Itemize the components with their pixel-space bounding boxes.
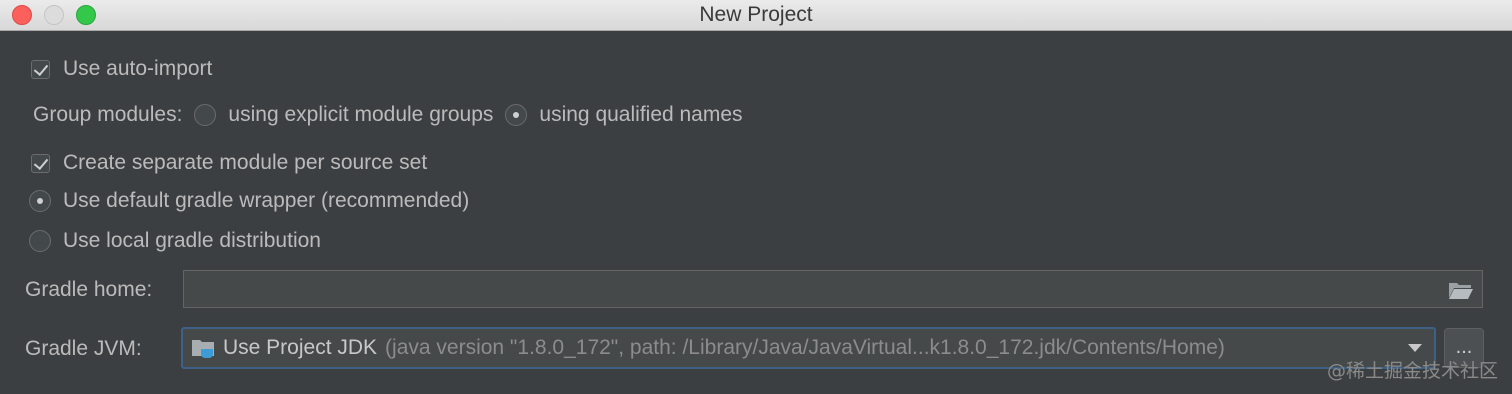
- gradle-jvm-row: Gradle JVM:: [25, 337, 142, 361]
- auto-import-label: Use auto-import: [63, 57, 213, 80]
- qualified-names-label[interactable]: using qualified names: [539, 103, 742, 127]
- gradle-jvm-combobox[interactable]: Use Project JDK (java version "1.8.0_172…: [181, 327, 1436, 369]
- gradle-home-label: Gradle home:: [25, 278, 153, 301]
- group-modules-label: Group modules:: [33, 103, 183, 126]
- gradle-home-row: Gradle home:: [25, 278, 152, 302]
- watermark: @稀土掘金技术社区: [1326, 360, 1498, 382]
- gradle-jvm-label: Gradle JVM:: [25, 337, 142, 360]
- local-gradle-radio[interactable]: [29, 230, 51, 252]
- gradle-home-input[interactable]: [183, 270, 1483, 308]
- auto-import-row[interactable]: Use auto-import: [31, 57, 212, 81]
- explicit-groups-radio[interactable]: [194, 104, 217, 126]
- folder-open-icon[interactable]: [1448, 280, 1474, 300]
- title-bar: New Project: [0, 0, 1512, 31]
- auto-import-checkbox[interactable]: [31, 59, 50, 79]
- local-gradle-row[interactable]: Use local gradle distribution: [29, 229, 321, 253]
- separate-module-checkbox[interactable]: [31, 153, 50, 173]
- explicit-groups-label[interactable]: using explicit module groups: [228, 103, 493, 127]
- separate-module-label: Create separate module per source set: [63, 151, 428, 174]
- gradle-wrapper-radio[interactable]: [29, 190, 51, 212]
- jdk-folder-icon: [192, 340, 214, 358]
- jvm-selected-detail: (java version "1.8.0_172", path: /Librar…: [385, 336, 1225, 359]
- local-gradle-label: Use local gradle distribution: [63, 229, 321, 252]
- window-title: New Project: [699, 3, 813, 26]
- qualified-names-radio[interactable]: [505, 104, 528, 126]
- gradle-wrapper-label: Use default gradle wrapper (recommended): [63, 189, 470, 212]
- separate-module-row[interactable]: Create separate module per source set: [31, 151, 427, 175]
- gradle-wrapper-row[interactable]: Use default gradle wrapper (recommended): [29, 189, 469, 213]
- group-modules-row: Group modules: using explicit module gro…: [33, 103, 743, 127]
- jvm-selected-main: Use Project JDK: [223, 336, 378, 359]
- chevron-down-icon[interactable]: [1408, 344, 1422, 352]
